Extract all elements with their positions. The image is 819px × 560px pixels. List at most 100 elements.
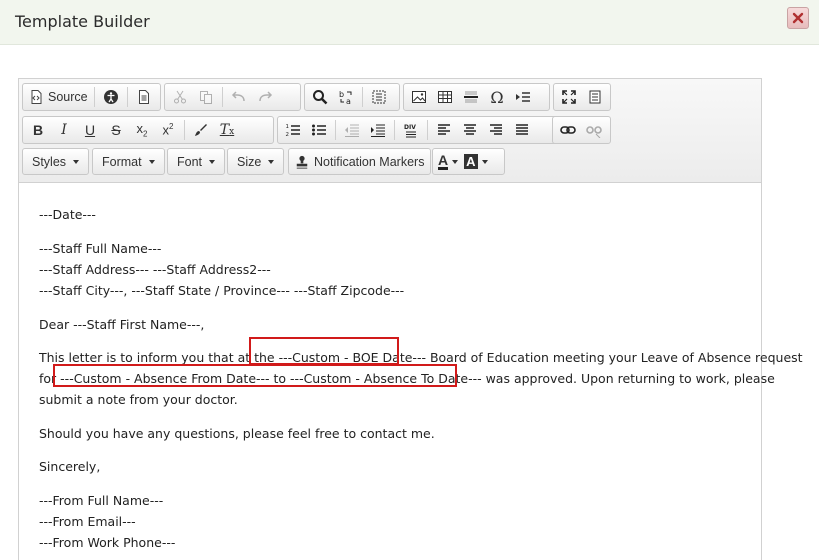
dialog-title: Template Builder xyxy=(15,12,150,31)
close-button[interactable] xyxy=(787,7,809,29)
toolbar-group-view xyxy=(553,83,611,111)
svg-text:2: 2 xyxy=(286,132,290,138)
strikethrough-button[interactable]: S xyxy=(103,118,129,142)
align-center-button[interactable] xyxy=(457,118,483,142)
subscript-button[interactable]: x2 xyxy=(129,118,155,142)
from-phone-line: ---From Work Phone--- xyxy=(39,535,176,550)
strikethrough-icon: S xyxy=(111,122,121,138)
select-all-button[interactable] xyxy=(366,85,392,109)
accessibility-icon xyxy=(103,90,118,104)
redo-icon xyxy=(259,91,273,102)
numbered-list-icon: 12 xyxy=(286,124,300,138)
maximize-button[interactable] xyxy=(556,85,582,109)
image-button[interactable] xyxy=(406,85,432,109)
replace-button[interactable]: ba xyxy=(333,85,359,109)
dialog-header: Template Builder xyxy=(0,0,819,45)
separator xyxy=(335,120,336,140)
remove-format-icon: Tx xyxy=(219,122,235,138)
separator xyxy=(184,120,185,140)
bold-button[interactable]: B xyxy=(25,118,51,142)
format-dropdown[interactable]: Format xyxy=(92,148,165,175)
superscript-button[interactable]: x2 xyxy=(155,118,181,142)
underline-button[interactable]: U xyxy=(77,118,103,142)
copy-format-button[interactable] xyxy=(188,118,214,142)
table-button[interactable] xyxy=(432,85,458,109)
special-char-button[interactable]: Ω xyxy=(484,85,510,109)
source-icon xyxy=(31,90,42,104)
staff-address-line: ---Staff Address--- ---Staff Address2--- xyxy=(39,262,271,277)
source-button[interactable]: Source xyxy=(25,85,91,109)
chevron-down-icon xyxy=(452,159,459,164)
styles-dropdown[interactable]: Styles xyxy=(22,148,90,175)
bulleted-list-button[interactable] xyxy=(306,118,332,142)
justify-icon xyxy=(516,124,528,135)
copy-button[interactable] xyxy=(193,85,219,109)
undo-button[interactable] xyxy=(226,85,252,109)
show-blocks-icon xyxy=(589,90,601,104)
numbered-list-button[interactable]: 12 xyxy=(280,118,306,142)
show-blocks-button[interactable] xyxy=(582,85,608,109)
bulleted-list-icon xyxy=(312,124,326,136)
source-label: Source xyxy=(48,90,88,104)
find-button[interactable] xyxy=(307,85,333,109)
unlink-button[interactable] xyxy=(581,118,607,142)
background-color-button[interactable]: A xyxy=(461,150,490,174)
paintbrush-icon xyxy=(195,124,207,136)
templates-button[interactable] xyxy=(131,85,157,109)
toolbar-group-insert: Ω xyxy=(403,83,550,111)
toolbar-group-clipboard xyxy=(164,83,301,111)
toolbar-group-basic-styles: B I U S x2 x2 Tx xyxy=(22,116,274,144)
stamp-icon xyxy=(296,155,308,169)
select-all-icon xyxy=(372,90,386,104)
link-button[interactable] xyxy=(555,118,581,142)
chevron-down-icon xyxy=(148,159,155,164)
maximize-icon xyxy=(562,90,576,104)
text-color-icon: A xyxy=(438,152,449,170)
horizontal-line-button[interactable] xyxy=(458,85,484,109)
separator xyxy=(394,120,395,140)
page-break-button[interactable] xyxy=(510,85,536,109)
bold-icon: B xyxy=(32,122,44,138)
indent-icon xyxy=(371,124,385,137)
font-dropdown[interactable]: Font xyxy=(167,148,226,175)
rich-text-editor: Source b a Ω B I U S x2 x2 Tx 1 2 DIV St… xyxy=(18,78,803,560)
superscript-icon: x2 xyxy=(162,122,174,138)
indent-button[interactable] xyxy=(365,118,391,142)
cut-button[interactable] xyxy=(167,85,193,109)
background-color-icon: A xyxy=(464,154,478,169)
align-right-icon xyxy=(490,124,502,135)
outdent-button[interactable] xyxy=(339,118,365,142)
svg-text:DIV: DIV xyxy=(404,124,416,131)
link-icon xyxy=(560,126,576,134)
highlight-box xyxy=(249,337,399,365)
replace-icon: ba xyxy=(339,90,352,105)
undo-icon xyxy=(231,91,245,102)
omega-icon: Ω xyxy=(490,87,504,107)
redo-button[interactable] xyxy=(252,85,278,109)
font-label: Font xyxy=(177,154,203,169)
paragraph-line: submit a note from your doctor. xyxy=(39,392,238,407)
notification-markers-button[interactable]: Notification Markers xyxy=(288,148,432,175)
accessibility-button[interactable] xyxy=(98,85,124,109)
separator xyxy=(222,87,223,107)
remove-format-button[interactable]: Tx xyxy=(214,118,240,142)
staff-city-line: ---Staff City---, ---Staff State / Provi… xyxy=(39,283,405,298)
separator xyxy=(427,120,428,140)
size-label: Size xyxy=(237,154,262,169)
copy-icon xyxy=(200,91,212,104)
editor-toolbar: Source b a Ω B I U S x2 x2 Tx 1 2 DIV St… xyxy=(19,79,761,183)
toolbar-group-find: ba xyxy=(304,83,400,111)
chevron-down-icon xyxy=(268,159,275,164)
paragraph-text: was approved. Upon returning to work, pl… xyxy=(481,371,775,386)
page-break-icon xyxy=(516,92,530,102)
styles-label: Styles xyxy=(32,154,67,169)
align-right-button[interactable] xyxy=(483,118,509,142)
align-left-button[interactable] xyxy=(431,118,457,142)
text-color-button[interactable]: A xyxy=(435,150,461,174)
create-div-button[interactable]: DIV xyxy=(398,118,424,142)
italic-button[interactable]: I xyxy=(51,118,77,142)
justify-button[interactable] xyxy=(509,118,535,142)
paragraph-text: Board of Education meeting your Leave of… xyxy=(425,350,803,365)
size-dropdown[interactable]: Size xyxy=(227,148,285,175)
separator xyxy=(362,87,363,107)
